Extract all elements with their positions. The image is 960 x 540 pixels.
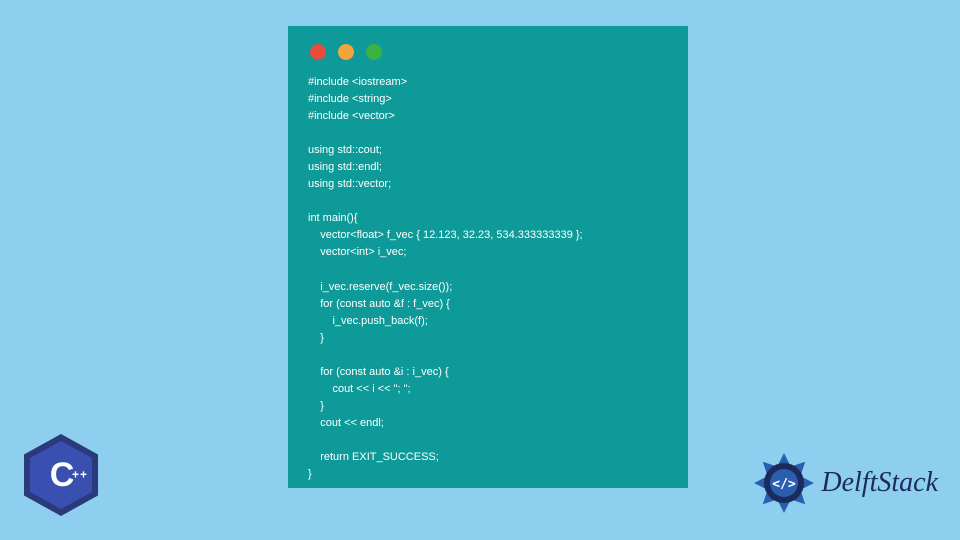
cpp-letter: C — [50, 456, 73, 495]
delftstack-text: DelftStack — [821, 467, 938, 499]
cpp-language-badge: C ++ — [24, 434, 98, 516]
svg-text:</>: </> — [773, 477, 797, 492]
cpp-plus-plus: ++ — [72, 471, 88, 478]
gear-icon: </> — [753, 452, 815, 514]
window-close-icon — [310, 44, 326, 60]
window-minimize-icon — [338, 44, 354, 60]
window-maximize-icon — [366, 44, 382, 60]
delftstack-logo: </> DelftStack — [753, 452, 938, 514]
traffic-lights — [310, 44, 668, 60]
hexagon-icon: C ++ — [24, 434, 98, 516]
code-window: #include <iostream> #include <string> #i… — [288, 26, 688, 488]
code-block: #include <iostream> #include <string> #i… — [308, 74, 668, 483]
